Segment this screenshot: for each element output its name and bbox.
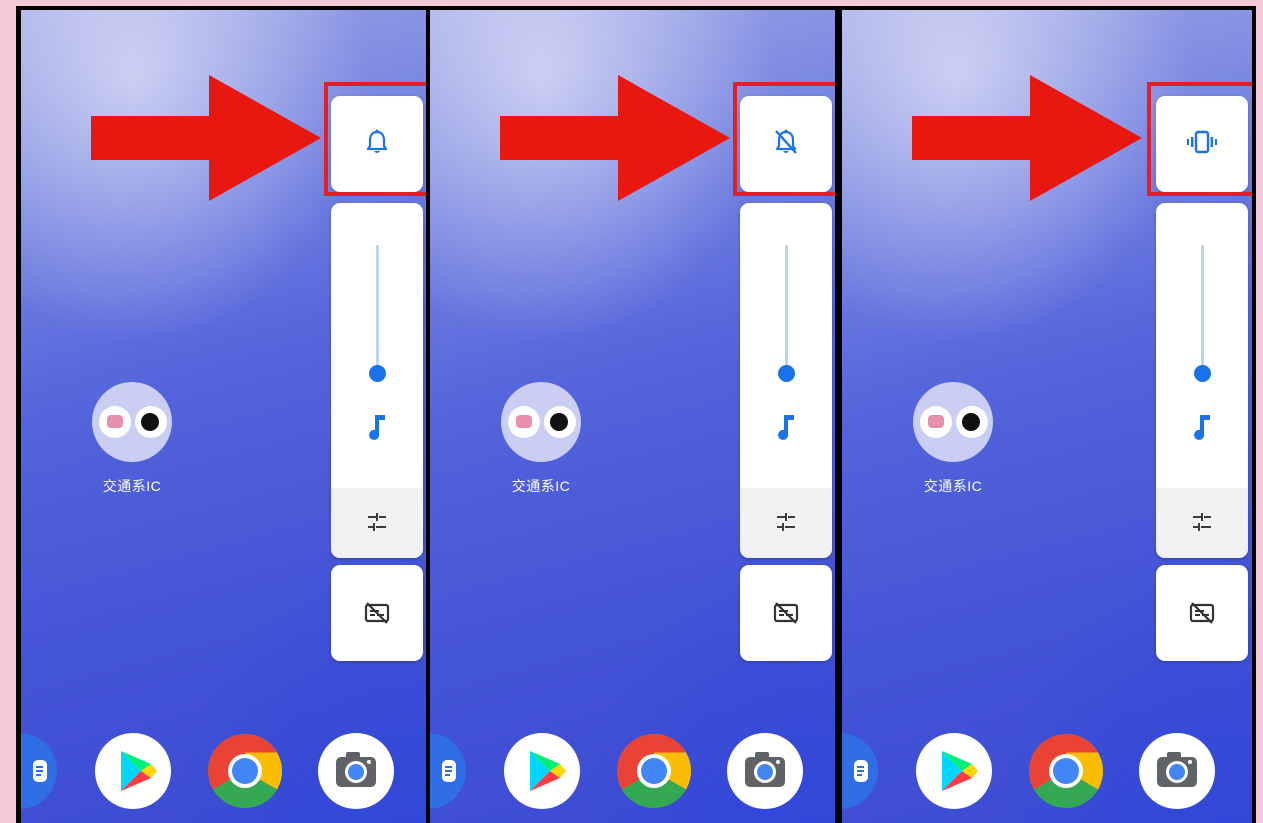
captions-off-icon [1188,599,1216,627]
messages-icon[interactable] [430,733,466,809]
transit-app-icon [920,406,952,438]
tune-icon [775,511,797,533]
camera-icon[interactable] [318,733,394,809]
transit-app-icon [99,406,131,438]
chrome-icon[interactable] [207,733,283,809]
sound-settings-button[interactable] [1156,488,1248,558]
live-caption-button[interactable] [740,565,832,661]
live-caption-button[interactable] [331,565,423,661]
tune-icon [366,511,388,533]
app-folder[interactable] [501,382,581,462]
messages-icon[interactable] [21,733,57,809]
phone-screen-vibrate: 交通系IC [842,10,1252,823]
play-store-icon[interactable] [916,733,992,809]
folder-label: 交通系IC [511,478,571,494]
messages-icon[interactable] [842,733,878,809]
camera-icon[interactable] [1139,733,1215,809]
volume-track[interactable] [1201,245,1204,373]
tune-icon [1191,511,1213,533]
nfc-app-icon [544,406,576,438]
chrome-icon[interactable] [616,733,692,809]
volume-track[interactable] [376,245,379,373]
volume-slider-card [1156,203,1248,558]
volume-slider-card [331,203,423,558]
chrome-icon[interactable] [1028,733,1104,809]
play-store-icon[interactable] [95,733,171,809]
volume-thumb[interactable] [369,365,386,382]
volume-thumb[interactable] [1194,365,1211,382]
nfc-app-icon [956,406,988,438]
volume-thumb[interactable] [778,365,795,382]
captions-off-icon [363,599,391,627]
app-folder[interactable] [92,382,172,462]
sound-settings-button[interactable] [331,488,423,558]
camera-icon[interactable] [727,733,803,809]
highlight-box [733,82,835,196]
sound-settings-button[interactable] [740,488,832,558]
music-note-icon [1190,413,1214,441]
screenshot-frame: 交通系IC 交通系IC 交通系IC [16,6,1256,823]
live-caption-button[interactable] [1156,565,1248,661]
nfc-app-icon [135,406,167,438]
phone-screen-ring: 交通系IC [21,10,426,823]
music-note-icon [365,413,389,441]
app-folder[interactable] [913,382,993,462]
folder-label: 交通系IC [923,478,983,494]
highlight-box [1147,82,1252,196]
music-note-icon [774,413,798,441]
phone-screen-mute: 交通系IC [430,10,835,823]
volume-track[interactable] [785,245,788,373]
highlight-box [324,82,426,196]
play-store-icon[interactable] [504,733,580,809]
red-arrow-icon [500,75,730,201]
folder-label: 交通系IC [102,478,162,494]
volume-slider-card [740,203,832,558]
red-arrow-icon [912,75,1142,201]
transit-app-icon [508,406,540,438]
red-arrow-icon [91,75,321,201]
captions-off-icon [772,599,800,627]
